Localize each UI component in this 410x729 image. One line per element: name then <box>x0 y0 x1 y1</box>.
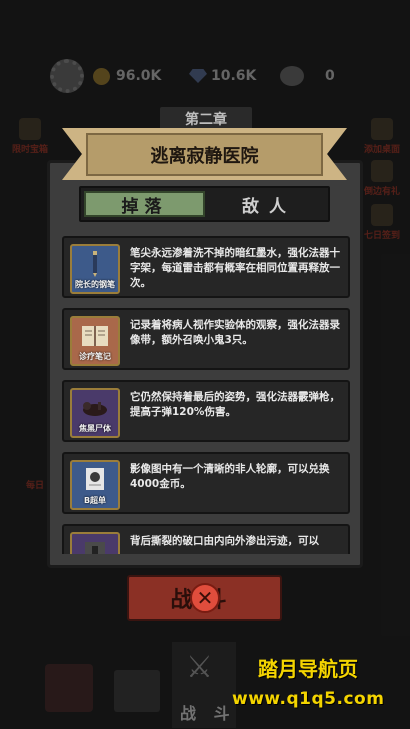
item-name: 诊疗笔记 <box>79 352 111 361</box>
drop-list[interactable]: 院长的钢笔 笔尖永远渗着洗不掉的暗红墨水，强化法器十字架，每道雷击都有概率在相同… <box>62 232 350 554</box>
item-name: 焦黑尸体 <box>79 424 111 433</box>
item-name: B超单 <box>83 496 107 505</box>
item-description: 记录着将病人视作实验体的观察，强化法器录像带，额外召唤小鬼3只。 <box>130 319 340 346</box>
drop-item[interactable]: 焦黑尸体 它仍然保持着最后的姿势，强化法器霰弹枪，提高子弹120%伤害。 <box>62 380 350 442</box>
chapter-label: 第二章 <box>160 107 252 131</box>
item-icon-frame: 院长的钢笔 <box>70 244 120 294</box>
torn-coat-icon <box>85 542 105 554</box>
drop-item[interactable]: 背后撕裂的破口由内向外渗出污迹，可以 <box>62 524 350 554</box>
drop-item[interactable]: 院长的钢笔 笔尖永远渗着洗不掉的暗红墨水，强化法器十字架，每道雷击都有概率在相同… <box>62 236 350 298</box>
close-icon: ✕ <box>196 586 214 610</box>
ultrasound-icon <box>86 468 104 490</box>
watermark-title: 踏月导航页 <box>258 657 358 681</box>
item-name: 院长的钢笔 <box>75 280 115 289</box>
drop-item[interactable]: 诊疗笔记 记录着将病人视作实验体的观察，强化法器录像带，额外召唤小鬼3只。 <box>62 308 350 370</box>
dialog-title: 逃离寂静医院 <box>86 133 323 176</box>
tab-drops[interactable]: 掉落 <box>84 191 205 217</box>
item-description: 笔尖永远渗着洗不掉的暗红墨水，强化法器十字架，每道雷击都有概率在相同位置再释放一… <box>130 247 340 289</box>
tab-enemies[interactable]: 敌人 <box>211 191 327 217</box>
tab-bar: 掉落 敌人 <box>79 186 330 222</box>
item-description: 它仍然保持着最后的姿势，强化法器霰弹枪，提高子弹120%伤害。 <box>130 391 340 418</box>
item-icon-frame <box>70 532 120 554</box>
pen-icon <box>93 251 97 277</box>
item-icon-frame: 焦黑尸体 <box>70 388 120 438</box>
corpse-icon <box>83 402 107 416</box>
watermark-url: www.q1q5.com <box>232 689 385 709</box>
item-description: 影像图中有一个清晰的非人轮廓，可以兑换4000金币。 <box>130 463 330 490</box>
item-description: 背后撕裂的破口由内向外渗出污迹，可以 <box>130 535 319 547</box>
item-icon-frame: 诊疗笔记 <box>70 316 120 366</box>
drop-item[interactable]: B超单 影像图中有一个清晰的非人轮廓，可以兑换4000金币。 <box>62 452 350 514</box>
item-icon-frame: B超单 <box>70 460 120 510</box>
notebook-icon <box>82 326 108 346</box>
close-button[interactable]: ✕ <box>190 583 220 613</box>
